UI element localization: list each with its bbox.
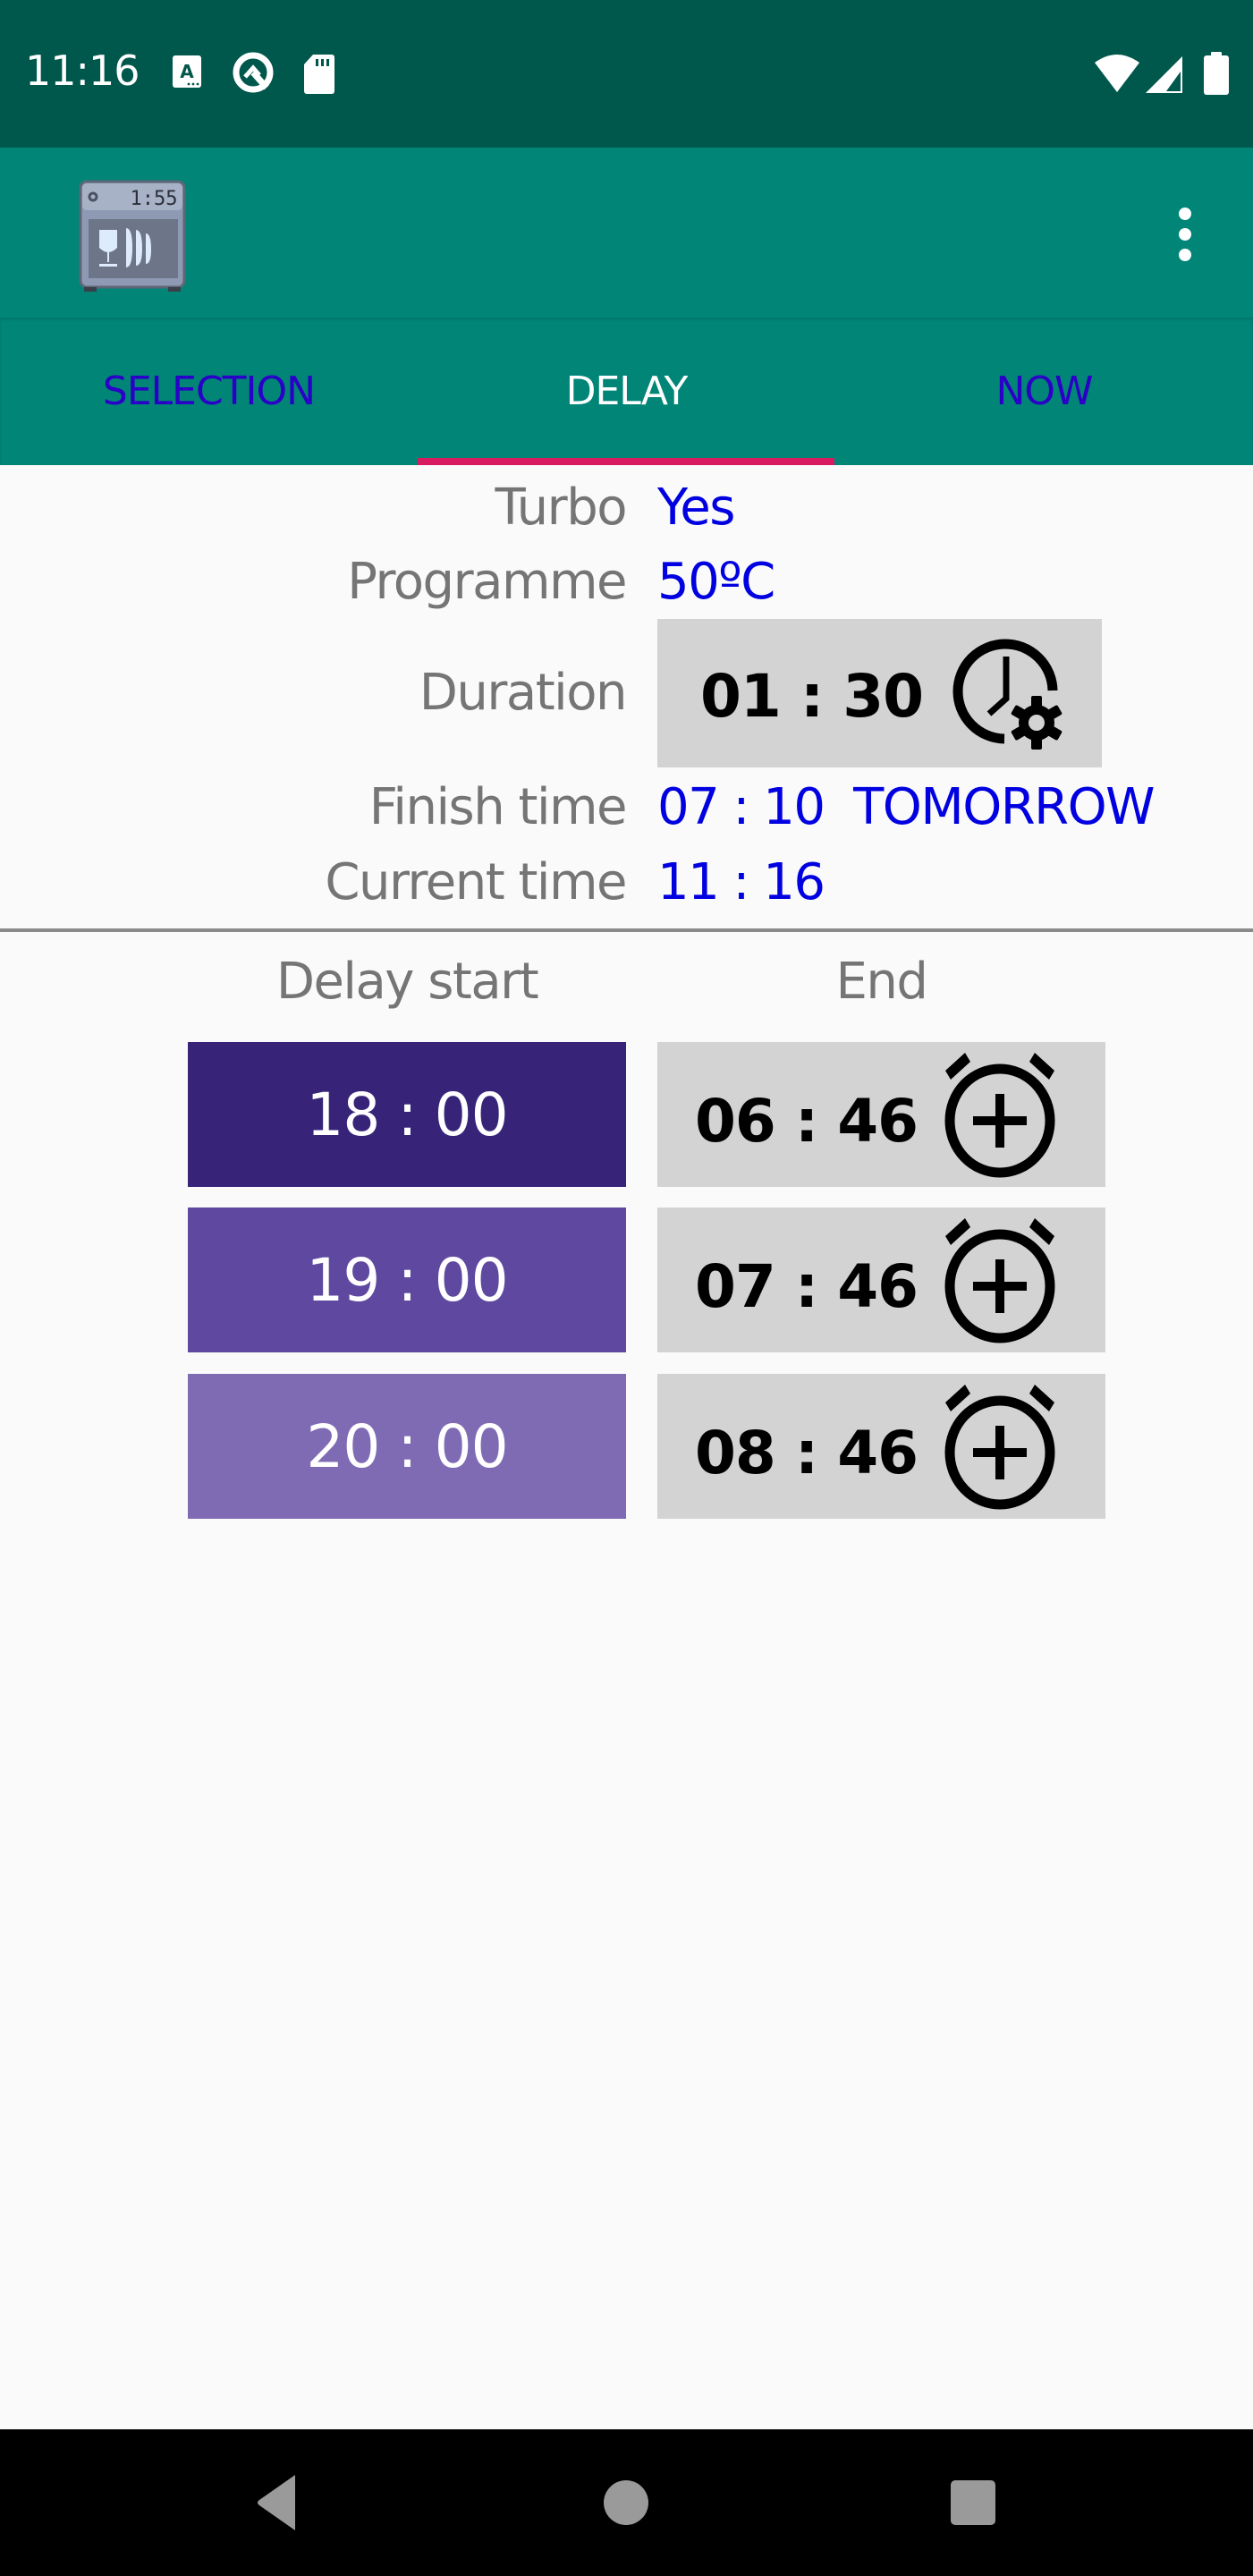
finish-time-value: 07 : 10 TOMORROW [657,778,1156,836]
end-time-value: 06 : 46 [695,1087,919,1156]
tab-selection[interactable]: SELECTION [0,318,418,465]
home-button[interactable] [555,2429,698,2576]
duration-button[interactable]: 01 : 30 [657,619,1102,767]
tab-now[interactable]: NOW [835,318,1253,465]
svg-text:A: A [180,61,194,82]
battery-icon [1204,52,1229,99]
clock-settings-icon [945,631,1071,761]
tab-bar: SELECTION DELAY NOW [0,318,1253,465]
delay-start-button[interactable]: 20 : 00 [188,1374,626,1519]
back-button[interactable] [206,2429,349,2576]
recents-icon [951,2480,995,2525]
alarm-add-icon [936,1216,1063,1348]
more-options-button[interactable] [1163,203,1207,266]
recents-button[interactable] [902,2429,1045,2576]
navigation-bar [0,2429,1253,2576]
svg-text:1:55: 1:55 [131,188,178,210]
tab-delay[interactable]: DELAY [418,318,835,465]
finish-time-label: Finish time [368,778,628,836]
alarm-add-icon [936,1383,1063,1514]
alarm-add-icon [936,1051,1063,1182]
delay-start-header: Delay start [275,953,539,1011]
status-bar: 11:16 A [0,0,1253,148]
programme-label: Programme [347,553,627,611]
turbo-value: Yes [657,479,735,537]
dishwasher-icon: 1:55 [77,180,188,301]
turbo-label: Turbo [495,479,627,537]
more-vert-icon [1179,208,1191,261]
section-divider [0,928,1253,932]
delay-start-button[interactable]: 18 : 00 [188,1042,626,1187]
status-time: 11:16 [25,47,140,95]
active-tab-indicator [418,458,834,465]
current-time-value: 11 : 16 [657,853,825,911]
end-time-value: 07 : 46 [695,1252,919,1321]
home-icon [604,2480,648,2525]
duration-label: Duration [419,664,628,722]
end-header: End [835,953,928,1011]
keyboard-a-icon: A [172,54,202,94]
end-time-value: 08 : 46 [695,1419,919,1487]
q-logo-icon [231,50,275,99]
programme-value: 50ºC [657,553,775,611]
app-bar: 1:55 Delay Assistant [0,148,1253,412]
back-icon [258,2475,295,2530]
cell-signal-icon [1145,55,1184,99]
duration-value: 01 : 30 [700,662,924,731]
end-alarm-button[interactable]: 06 : 46 [657,1042,1105,1187]
current-time-label: Current time [325,853,627,911]
end-alarm-button[interactable]: 08 : 46 [657,1374,1105,1519]
delay-start-button[interactable]: 19 : 00 [188,1208,626,1352]
wifi-icon [1093,54,1141,97]
sd-card-icon [304,54,334,99]
end-alarm-button[interactable]: 07 : 46 [657,1208,1105,1352]
